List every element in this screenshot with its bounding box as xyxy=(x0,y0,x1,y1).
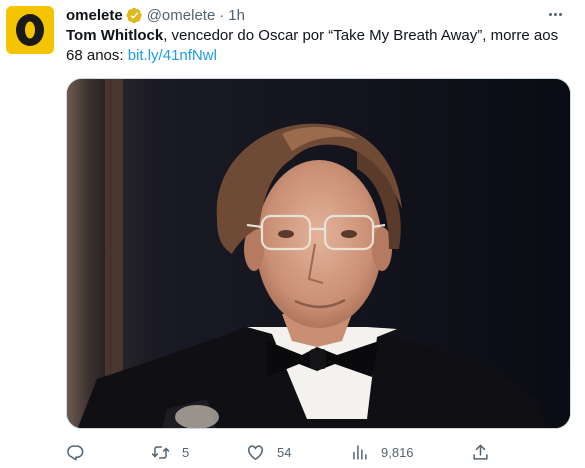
more-icon xyxy=(548,12,552,16)
tweet-time[interactable]: 1h xyxy=(228,7,245,24)
retweet-icon xyxy=(151,445,170,459)
tweet-actions: 5 54 9,816 xyxy=(66,440,571,464)
tweet-link[interactable]: bit.ly/41nfNwl xyxy=(128,47,217,64)
tweet-text: Tom Whitlock, vencedor do Oscar por “Tak… xyxy=(66,26,566,66)
more-icon-dot xyxy=(558,12,562,16)
author-handle[interactable]: @omelete xyxy=(147,7,216,24)
tweet-media-image[interactable] xyxy=(66,78,571,429)
retweet-count: 5 xyxy=(182,444,190,460)
more-button[interactable] xyxy=(543,4,567,24)
share-icon xyxy=(473,444,488,460)
views-icon xyxy=(353,444,367,460)
reply-button[interactable] xyxy=(66,440,97,464)
verified-badge-icon xyxy=(126,7,142,23)
retweet-button[interactable]: 5 xyxy=(151,440,189,464)
separator-dot: · xyxy=(219,6,225,24)
like-count: 54 xyxy=(277,444,292,460)
tweet-text-bold: Tom Whitlock xyxy=(66,27,164,44)
heart-icon xyxy=(248,444,263,460)
more-icon-dot xyxy=(553,12,557,16)
views-count: 9,816 xyxy=(381,444,414,460)
tweet-card[interactable]: O omelete @omelete · 1h Tom Whitlock, ve… xyxy=(0,0,585,468)
avatar-logo-icon: O xyxy=(6,6,54,54)
like-button[interactable]: 54 xyxy=(246,440,291,464)
reply-icon xyxy=(67,444,84,461)
author-name[interactable]: omelete xyxy=(66,7,123,24)
avatar[interactable]: O xyxy=(6,6,54,54)
photo-man-in-tuxedo xyxy=(67,79,570,428)
share-button[interactable] xyxy=(471,440,490,464)
views-button[interactable]: 9,816 xyxy=(350,440,414,464)
tweet-header: omelete @omelete · 1h xyxy=(66,5,245,25)
